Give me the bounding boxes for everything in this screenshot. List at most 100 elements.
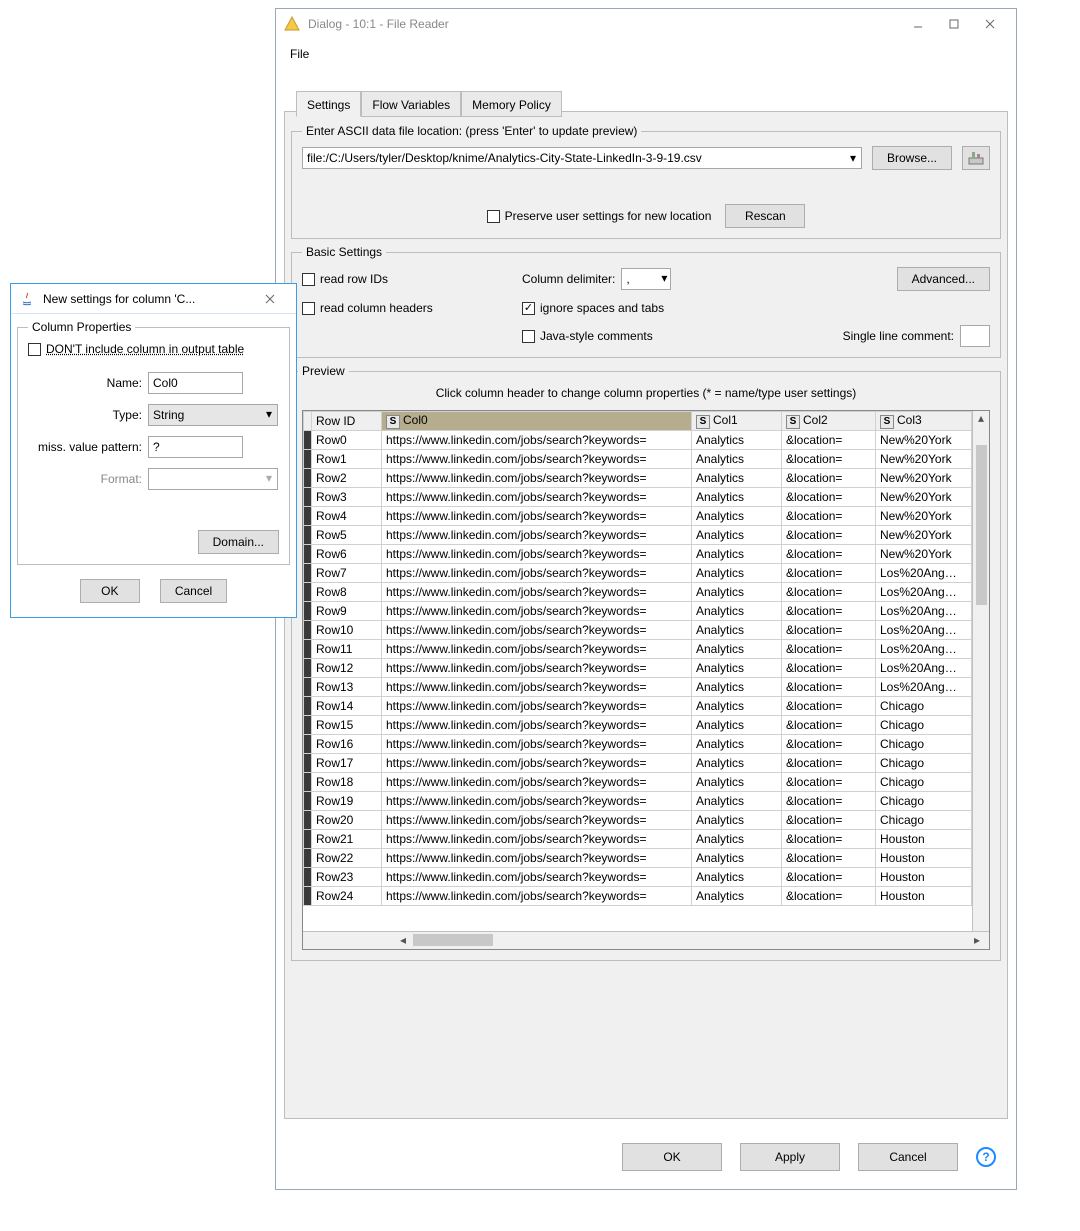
table-row[interactable]: Row11https://www.linkedin.com/jobs/searc… (304, 640, 972, 659)
table-row[interactable]: Row15https://www.linkedin.com/jobs/searc… (304, 716, 972, 735)
table-row[interactable]: Row12https://www.linkedin.com/jobs/searc… (304, 659, 972, 678)
table-row[interactable]: Row21https://www.linkedin.com/jobs/searc… (304, 830, 972, 849)
maximize-button[interactable] (936, 12, 972, 36)
cell-col0: https://www.linkedin.com/jobs/search?key… (382, 450, 692, 469)
column-properties-group: Column Properties DON'T include column i… (17, 320, 290, 565)
cell-col1: Analytics (692, 450, 782, 469)
table-row[interactable]: Row13https://www.linkedin.com/jobs/searc… (304, 678, 972, 697)
cell-col1: Analytics (692, 621, 782, 640)
cancel-button[interactable]: Cancel (858, 1143, 958, 1171)
minimize-button[interactable] (900, 12, 936, 36)
col-col2[interactable]: SCol2 (782, 412, 876, 431)
scrollbar-thumb[interactable] (413, 934, 493, 946)
window-title: New settings for column 'C... (43, 292, 252, 306)
chevron-down-icon[interactable]: ▾ (266, 471, 272, 485)
read-column-headers-checkbox[interactable]: read column headers (302, 301, 522, 315)
ok-button[interactable]: OK (622, 1143, 722, 1171)
app-icon (284, 16, 300, 32)
titlebar[interactable]: Dialog - 10:1 - File Reader (276, 9, 1016, 39)
cell-col0: https://www.linkedin.com/jobs/search?key… (382, 697, 692, 716)
table-row[interactable]: Row3https://www.linkedin.com/jobs/search… (304, 488, 972, 507)
history-icon-button[interactable] (962, 146, 990, 170)
single-line-comment-label: Single line comment: (843, 329, 954, 343)
table-row[interactable]: Row19https://www.linkedin.com/jobs/searc… (304, 792, 972, 811)
table-row[interactable]: Row14https://www.linkedin.com/jobs/searc… (304, 697, 972, 716)
cell-col0: https://www.linkedin.com/jobs/search?key… (382, 659, 692, 678)
vertical-scrollbar[interactable]: ▴ (972, 411, 989, 931)
cell-col1: Analytics (692, 716, 782, 735)
tab-flow-variables[interactable]: Flow Variables (361, 91, 461, 117)
miss-pattern-input[interactable] (148, 436, 243, 458)
horizontal-scrollbar[interactable]: ◂ ▸ (303, 931, 989, 949)
cell-col1: Analytics (692, 583, 782, 602)
col-rowid[interactable]: Row ID (312, 412, 382, 431)
browse-button[interactable]: Browse... (872, 146, 952, 170)
cell-col0: https://www.linkedin.com/jobs/search?key… (382, 792, 692, 811)
table-row[interactable]: Row6https://www.linkedin.com/jobs/search… (304, 545, 972, 564)
table-row[interactable]: Row22https://www.linkedin.com/jobs/searc… (304, 849, 972, 868)
col-col3[interactable]: SCol3 (876, 412, 972, 431)
ok-button[interactable]: OK (80, 579, 140, 603)
table-row[interactable]: Row23https://www.linkedin.com/jobs/searc… (304, 868, 972, 887)
table-row[interactable]: Row24https://www.linkedin.com/jobs/searc… (304, 887, 972, 906)
col-col0[interactable]: SCol0 (382, 412, 692, 431)
table-row[interactable]: Row18https://www.linkedin.com/jobs/searc… (304, 773, 972, 792)
cell-col1: Analytics (692, 602, 782, 621)
domain-button[interactable]: Domain... (198, 530, 279, 554)
chevron-down-icon[interactable]: ▾ (266, 407, 272, 421)
chevron-down-icon[interactable]: ▾ (661, 271, 667, 285)
preserve-settings-checkbox[interactable]: Preserve user settings for new location (487, 209, 712, 223)
name-input[interactable] (148, 372, 243, 394)
ignore-spaces-checkbox[interactable]: ✓ignore spaces and tabs (522, 301, 782, 315)
table-row[interactable]: Row17https://www.linkedin.com/jobs/searc… (304, 754, 972, 773)
cell-col0: https://www.linkedin.com/jobs/search?key… (382, 507, 692, 526)
dont-include-checkbox[interactable]: DON'T include column in output table (28, 342, 244, 356)
cell-col0: https://www.linkedin.com/jobs/search?key… (382, 678, 692, 697)
file-path-input[interactable] (302, 147, 862, 169)
cell-col2: &location= (782, 602, 876, 621)
table-row[interactable]: Row2https://www.linkedin.com/jobs/search… (304, 469, 972, 488)
apply-button[interactable]: Apply (740, 1143, 840, 1171)
table-header-row[interactable]: Row ID SCol0 SCol1 SCol2 SCol3 (304, 412, 972, 431)
cell-rowid: Row1 (312, 450, 382, 469)
table-row[interactable]: Row10https://www.linkedin.com/jobs/searc… (304, 621, 972, 640)
table-row[interactable]: Row1https://www.linkedin.com/jobs/search… (304, 450, 972, 469)
format-select[interactable] (148, 468, 278, 490)
rescan-button[interactable]: Rescan (725, 204, 805, 228)
cell-col0: https://www.linkedin.com/jobs/search?key… (382, 830, 692, 849)
tab-settings[interactable]: Settings (296, 91, 361, 117)
cell-col2: &location= (782, 583, 876, 602)
table-row[interactable]: Row9https://www.linkedin.com/jobs/search… (304, 602, 972, 621)
table-row[interactable]: Row4https://www.linkedin.com/jobs/search… (304, 507, 972, 526)
cancel-button[interactable]: Cancel (160, 579, 227, 603)
cell-col3: Houston (876, 830, 972, 849)
close-button[interactable] (252, 287, 288, 311)
scrollbar-thumb[interactable] (976, 445, 987, 605)
menu-file[interactable]: File (284, 43, 315, 65)
tab-memory-policy[interactable]: Memory Policy (461, 91, 562, 117)
cell-rowid: Row2 (312, 469, 382, 488)
cell-col0: https://www.linkedin.com/jobs/search?key… (382, 469, 692, 488)
preview-table[interactable]: Row ID SCol0 SCol1 SCol2 SCol3 Row0https… (303, 411, 972, 906)
table-row[interactable]: Row16https://www.linkedin.com/jobs/searc… (304, 735, 972, 754)
table-row[interactable]: Row0https://www.linkedin.com/jobs/search… (304, 431, 972, 450)
chevron-down-icon[interactable]: ▾ (850, 151, 856, 165)
close-button[interactable] (972, 12, 1008, 36)
type-select[interactable] (148, 404, 278, 426)
cell-col1: Analytics (692, 773, 782, 792)
table-row[interactable]: Row7https://www.linkedin.com/jobs/search… (304, 564, 972, 583)
cell-rowid: Row23 (312, 868, 382, 887)
table-row[interactable]: Row20https://www.linkedin.com/jobs/searc… (304, 811, 972, 830)
advanced-button[interactable]: Advanced... (897, 267, 990, 291)
java-comments-checkbox[interactable]: Java-style comments (522, 329, 782, 343)
help-icon[interactable]: ? (976, 1147, 996, 1167)
cell-col0: https://www.linkedin.com/jobs/search?key… (382, 640, 692, 659)
cell-col3: Los%20Ang… (876, 564, 972, 583)
table-row[interactable]: Row8https://www.linkedin.com/jobs/search… (304, 583, 972, 602)
col-col1[interactable]: SCol1 (692, 412, 782, 431)
single-line-comment-input[interactable] (960, 325, 990, 347)
read-row-ids-checkbox[interactable]: read row IDs (302, 272, 522, 286)
cell-rowid: Row9 (312, 602, 382, 621)
table-row[interactable]: Row5https://www.linkedin.com/jobs/search… (304, 526, 972, 545)
cell-rowid: Row8 (312, 583, 382, 602)
